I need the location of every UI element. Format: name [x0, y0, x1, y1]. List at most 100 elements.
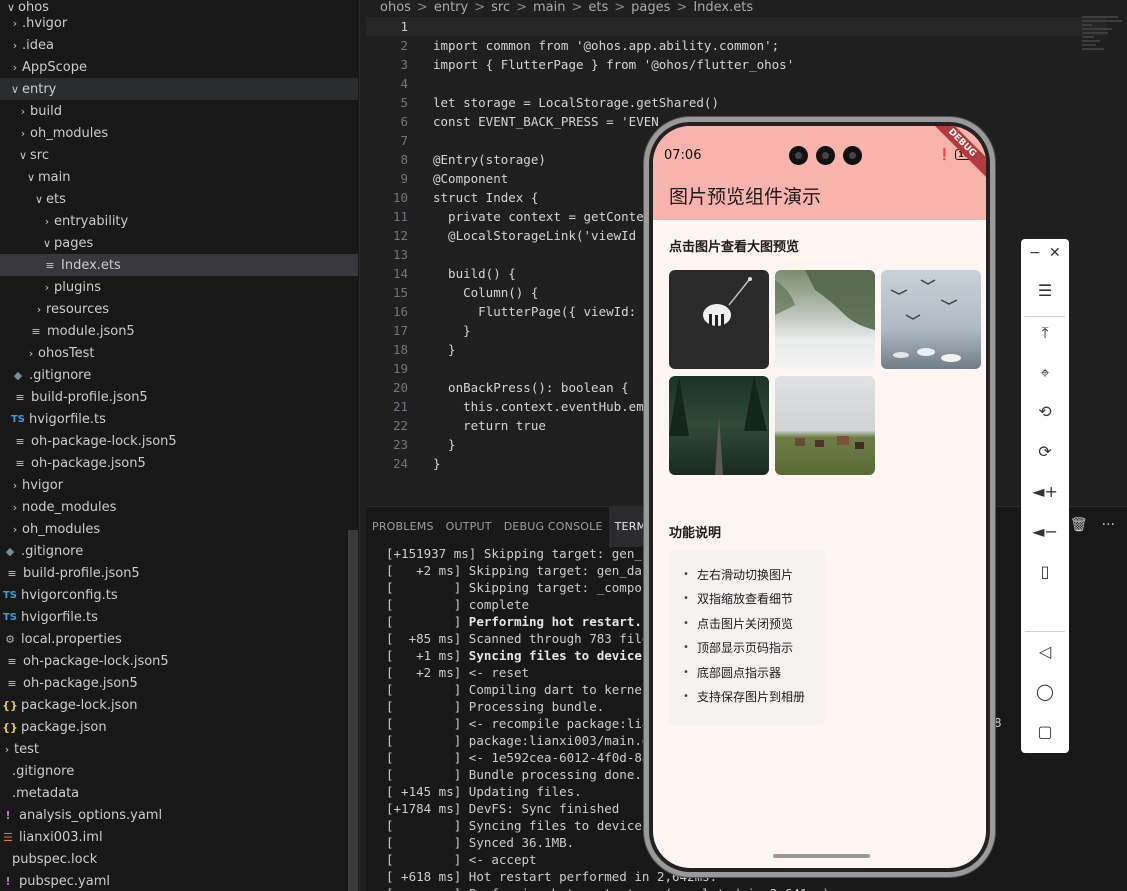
tree-file[interactable]: ! analysis_options.yaml	[0, 804, 358, 826]
trash-icon[interactable]: 🗑	[1070, 517, 1088, 533]
thumbnail-forest[interactable]	[669, 376, 769, 475]
tree-file[interactable]: ≡ Index.ets	[0, 254, 358, 276]
breadcrumb: ohos > entry > src > main > ets > pages > Index.ets	[380, 0, 753, 16]
file-type-icon: ≡	[15, 434, 25, 448]
tree-folder[interactable]: › test	[0, 738, 358, 760]
close-icon[interactable]: ✕	[1049, 245, 1061, 261]
home-icon[interactable]: ◯	[1021, 682, 1069, 701]
tree-folder[interactable]: › oh_modules	[0, 122, 358, 144]
tree-file[interactable]: pubspec.lock	[0, 848, 358, 870]
tree-file[interactable]: TS hvigorconfig.ts	[0, 584, 358, 606]
thumbnail-cliff[interactable]	[775, 270, 875, 369]
shake-icon[interactable]: ▯	[1021, 562, 1069, 581]
breadcrumb-item[interactable]: Index.ets	[693, 0, 753, 16]
tree-file[interactable]: ⚙ local.properties	[0, 628, 358, 650]
tree-folder[interactable]: › hvigor	[0, 474, 358, 496]
tree-folder[interactable]: › resources	[0, 298, 358, 320]
tree-item-label: hvigorfile.ts	[21, 609, 98, 625]
terminal-timestamp: [ +2 ms]	[386, 665, 469, 680]
breadcrumb-item[interactable]: src	[491, 0, 510, 16]
minimap[interactable]	[1082, 16, 1126, 76]
crop-icon[interactable]: ⌖	[1021, 363, 1069, 383]
terminal-message: Bundle processing done.	[468, 767, 642, 782]
tree-folder[interactable]: ∨ main	[0, 166, 358, 188]
tree-folder[interactable]: ∨ pages	[0, 232, 358, 254]
thumbnail-horses[interactable]	[775, 376, 875, 475]
tree-file[interactable]: ≡ oh-package.json5	[0, 672, 358, 694]
minimize-icon[interactable]: −	[1029, 245, 1041, 261]
chevron-right-icon: ›	[20, 126, 26, 140]
tree-file[interactable]: ≡ module.json5	[0, 320, 358, 342]
tree-folder[interactable]: › oh_modules	[0, 518, 358, 540]
tree-item-label: .gitignore	[21, 543, 84, 559]
tree-file[interactable]: ☰ lianxi003.iml	[0, 826, 358, 848]
tree-folder[interactable]: ∨ ets	[0, 188, 358, 210]
phone-bezel: 07:06 ❗ 100 DEBUG 图片预览组件演示 点击图片查看大图预览	[649, 122, 990, 872]
tree-file[interactable]: TS hvigorfile.ts	[0, 408, 358, 430]
code-line[interactable]: 3 import { FlutterPage } from '@ohos/flut…	[366, 55, 1106, 74]
file-type-icon: ≡	[31, 324, 41, 338]
tree-file[interactable]: {} package-lock.json	[0, 694, 358, 716]
line-number: 21	[392, 399, 408, 414]
tree-file[interactable]: .gitignore	[0, 760, 358, 782]
tree-item-label: oh-package-lock.json5	[31, 433, 177, 449]
tree-item-label: build-profile.json5	[31, 389, 148, 405]
file-type-icon: !	[5, 808, 11, 822]
tree-file[interactable]: ◆ .gitignore	[0, 364, 358, 386]
breadcrumb-item[interactable]: ohos	[380, 0, 411, 16]
tree-folder[interactable]: › .idea	[0, 34, 358, 56]
thumbnail-seagulls[interactable]	[881, 270, 981, 369]
rotate-left-icon[interactable]: ⟲	[1021, 402, 1069, 421]
tree-folder[interactable]: › .hvigor	[0, 12, 358, 34]
tree-file[interactable]: {} package.json	[0, 716, 358, 738]
tree-file[interactable]: TS hvigorfile.ts	[0, 606, 358, 628]
terminal-message: Skipping target: _composit	[468, 580, 665, 595]
more-icon[interactable]: ···	[1102, 517, 1115, 533]
breadcrumb-separator: >	[571, 0, 583, 15]
explorer-scrollbar[interactable]	[348, 530, 358, 891]
tree-file[interactable]: ≡ build-profile.json5	[0, 562, 358, 584]
pin-top-icon[interactable]: ⤒	[1021, 323, 1069, 343]
overview-icon[interactable]: ▢	[1021, 722, 1069, 741]
tab-debug-console[interactable]: DEBUG CONSOLE	[498, 507, 609, 547]
code-line[interactable]: 4	[366, 74, 1106, 93]
thumbnail-cave[interactable]	[669, 270, 769, 369]
tree-folder[interactable]: › AppScope	[0, 56, 358, 78]
tab-problems[interactable]: PROBLEMS	[366, 507, 440, 547]
code-line[interactable]: 2 import common from '@ohos.app.ability.c…	[366, 36, 1106, 55]
volume-down-icon[interactable]: ◄−	[1021, 522, 1069, 541]
rotate-right-icon[interactable]: ⟳	[1021, 442, 1069, 461]
tree-file[interactable]: ≡ oh-package-lock.json5	[0, 430, 358, 452]
terminal-message: Processing bundle.	[468, 699, 605, 714]
breadcrumb-item[interactable]: main	[533, 0, 565, 16]
back-icon[interactable]: ◁	[1021, 642, 1069, 661]
breadcrumb-item[interactable]: entry	[434, 0, 468, 16]
code-line[interactable]: 1	[366, 17, 1106, 36]
tree-folder[interactable]: › plugins	[0, 276, 358, 298]
tree-folder[interactable]: ∨ src	[0, 144, 358, 166]
home-indicator[interactable]	[773, 854, 870, 858]
tree-folder[interactable]: ∨ entry	[0, 78, 358, 100]
tree-file[interactable]: ! pubspec.yaml	[0, 870, 358, 891]
line-number: 1	[400, 19, 408, 34]
phone-screen[interactable]: 07:06 ❗ 100 DEBUG 图片预览组件演示 点击图片查看大图预览	[653, 126, 986, 868]
tree-file[interactable]: ≡ oh-package.json5	[0, 452, 358, 474]
volume-up-icon[interactable]: ◄+	[1021, 482, 1069, 501]
tree-item-label: plugins	[54, 279, 101, 295]
tree-folder[interactable]: › build	[0, 100, 358, 122]
tree-file[interactable]: ◆ .gitignore	[0, 540, 358, 562]
tree-item-label: .metadata	[12, 785, 80, 801]
code-line[interactable]: 5 let storage = LocalStorage.getShared()	[366, 93, 1106, 112]
tree-item-label: build-profile.json5	[23, 565, 140, 581]
tree-folder[interactable]: › node_modules	[0, 496, 358, 518]
breadcrumb-item[interactable]: pages	[631, 0, 670, 16]
tab-output[interactable]: OUTPUT	[440, 507, 498, 547]
tree-file[interactable]: ≡ oh-package-lock.json5	[0, 650, 358, 672]
tree-folder[interactable]: › ohosTest	[0, 342, 358, 364]
tree-item-label: .idea	[22, 37, 54, 53]
tree-folder[interactable]: › entryability	[0, 210, 358, 232]
menu-icon[interactable]: ☰	[1021, 281, 1069, 300]
breadcrumb-item[interactable]: ets	[588, 0, 608, 16]
tree-file[interactable]: .metadata	[0, 782, 358, 804]
tree-file[interactable]: ≡ build-profile.json5	[0, 386, 358, 408]
